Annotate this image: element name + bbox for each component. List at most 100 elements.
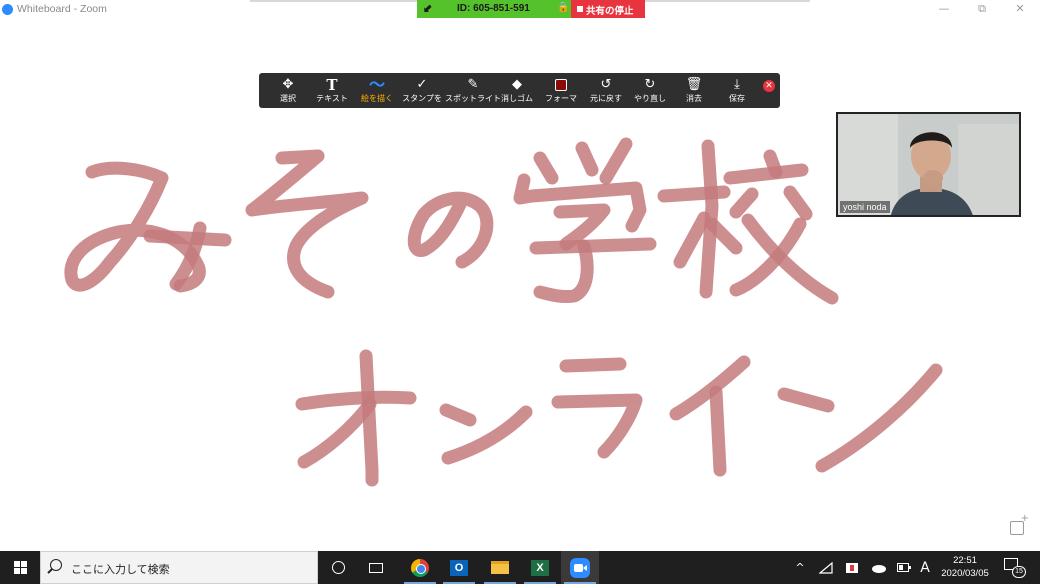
ink-stroke <box>705 217 743 255</box>
participant-name: yoshi noda <box>840 201 890 213</box>
outlook-icon: O <box>450 559 468 576</box>
taskbar-chrome[interactable] <box>401 551 439 584</box>
ink-stroke <box>815 363 943 473</box>
search-placeholder: ここに入力して検索 <box>71 563 170 576</box>
close-button[interactable]: ✕ <box>1001 0 1039 20</box>
ink-stroke <box>553 203 611 251</box>
ink-stroke <box>673 211 711 269</box>
ink-stroke <box>513 173 647 233</box>
new-share-icon[interactable] <box>1010 513 1029 535</box>
tray-chevron-icon[interactable]: ^ <box>790 551 810 584</box>
save-icon: ⤓ <box>734 77 740 92</box>
tool-stamp[interactable]: ✓ スタンプを <box>400 73 444 108</box>
participant-video[interactable]: yoshi noda <box>836 112 1021 217</box>
ink-stroke <box>64 161 206 293</box>
ink-stroke <box>559 357 627 373</box>
action-center-button[interactable]: 15 <box>1003 556 1026 578</box>
ink-stroke <box>599 137 633 185</box>
ink-stroke <box>723 163 809 185</box>
taskbar-outlook[interactable]: O <box>440 551 478 584</box>
clock-time: 22:51 <box>953 555 977 566</box>
stop-share-button[interactable]: 共有の停止 <box>571 0 645 18</box>
battery-icon[interactable] <box>894 551 914 584</box>
taskbar-excel[interactable]: X <box>521 551 559 584</box>
ink-stroke <box>657 185 731 203</box>
share-banner: ⬋ ID: 605-851-591 🔒 共有の停止 <box>417 0 645 18</box>
ink-stroke <box>359 349 379 487</box>
tool-eraser[interactable]: ◆ 消しゴム <box>495 73 539 108</box>
tool-label: 消去 <box>686 94 702 103</box>
redo-icon: ↻ <box>644 77 656 92</box>
taskbar-search[interactable]: ここに入力して検索 <box>40 551 318 584</box>
task-view-icon <box>369 562 383 573</box>
tool-clear[interactable]: 🗑 消去 <box>672 73 716 108</box>
color-swatch <box>555 79 567 91</box>
taskbar-zoom[interactable] <box>561 551 599 584</box>
taskbar-file-explorer[interactable] <box>481 551 519 584</box>
tool-draw[interactable]: 〜絵を描く <box>355 73 399 108</box>
ink-stroke <box>669 355 751 421</box>
eraser-icon: ◆ <box>512 77 522 92</box>
folder-icon <box>491 561 509 574</box>
color-icon <box>541 77 581 93</box>
meeting-id-panel[interactable]: ⬋ ID: 605-851-591 🔒 <box>417 0 571 18</box>
notification-count: 15 <box>1012 566 1026 578</box>
tool-redo[interactable]: ↻ やり直し <box>628 73 672 108</box>
tool-label: フォーマ <box>545 94 577 103</box>
ink-stroke <box>297 397 377 469</box>
task-view-button[interactable] <box>357 551 395 584</box>
restore-button[interactable]: ⧉ <box>963 0 1001 20</box>
ink-stroke <box>245 149 369 299</box>
tool-label: 保存 <box>729 94 745 103</box>
excel-icon: X <box>531 559 549 576</box>
ink-stroke <box>763 149 783 179</box>
ink-stroke <box>709 385 727 477</box>
cortana-button[interactable] <box>319 551 357 584</box>
zoom-icon <box>570 557 590 578</box>
tool-text[interactable]: T テキスト <box>310 73 354 108</box>
tool-label: 消しゴム <box>501 94 533 103</box>
ink-stroke <box>699 139 719 299</box>
window-title: Whiteboard - Zoom <box>17 3 107 15</box>
taskbar-clock[interactable]: 22:51 2020/03/05 <box>932 554 998 580</box>
start-button[interactable] <box>0 551 40 584</box>
stop-share-label: 共有の停止 <box>586 6 634 17</box>
cortana-icon <box>331 561 345 574</box>
ink-stroke <box>533 151 559 185</box>
ink-stroke <box>777 387 835 413</box>
text-icon: T <box>326 76 338 94</box>
toolbar-close-icon[interactable]: ✕ <box>763 80 775 92</box>
search-icon <box>50 559 62 571</box>
tool-select[interactable]: ✥ 選択 <box>269 73 307 108</box>
windows-logo-icon <box>13 561 27 574</box>
wifi-icon[interactable] <box>816 551 836 584</box>
minimize-button[interactable]: — <box>925 0 963 20</box>
ink-stroke <box>729 217 807 297</box>
check-icon: ✓ <box>416 77 428 92</box>
undo-icon: ↺ <box>600 77 612 92</box>
tool-format[interactable]: フォーマ <box>541 73 581 108</box>
tool-label: テキスト <box>316 94 348 103</box>
tool-label: 元に戻す <box>590 94 622 103</box>
tool-undo[interactable]: ↺ 元に戻す <box>581 73 631 108</box>
ink-stroke <box>529 237 657 255</box>
ink-stroke <box>729 187 759 219</box>
tool-label: やり直し <box>634 94 666 103</box>
clock-date: 2020/03/05 <box>941 568 989 579</box>
zoom-app-icon <box>2 4 13 15</box>
tool-label: 絵を描く <box>361 94 393 103</box>
ink-stroke <box>143 229 232 247</box>
tool-save[interactable]: ⤓ 保存 <box>716 73 758 108</box>
tool-label: スタンプを <box>402 94 442 103</box>
draw-icon: 〜 <box>368 75 385 94</box>
ink-stroke <box>551 393 643 459</box>
dropbox-icon[interactable] <box>842 551 862 584</box>
signal-icon: ⬋ <box>423 3 433 15</box>
ink-stroke <box>741 213 839 305</box>
chrome-icon <box>411 558 429 577</box>
ink-stroke <box>783 185 813 221</box>
ink-stroke <box>575 141 599 177</box>
onedrive-icon[interactable] <box>868 551 888 584</box>
zoom-window: Whiteboard - Zoom — ⧉ ✕ ⬋ ID: 605-851-59… <box>0 0 1040 584</box>
annotation-toolbar: ✥ 選択 T テキスト〜絵を描く ✓ スタンプを ✎ スポットライト ◆ 消しゴム フォーマ ↺ 元に戻… <box>259 73 780 108</box>
